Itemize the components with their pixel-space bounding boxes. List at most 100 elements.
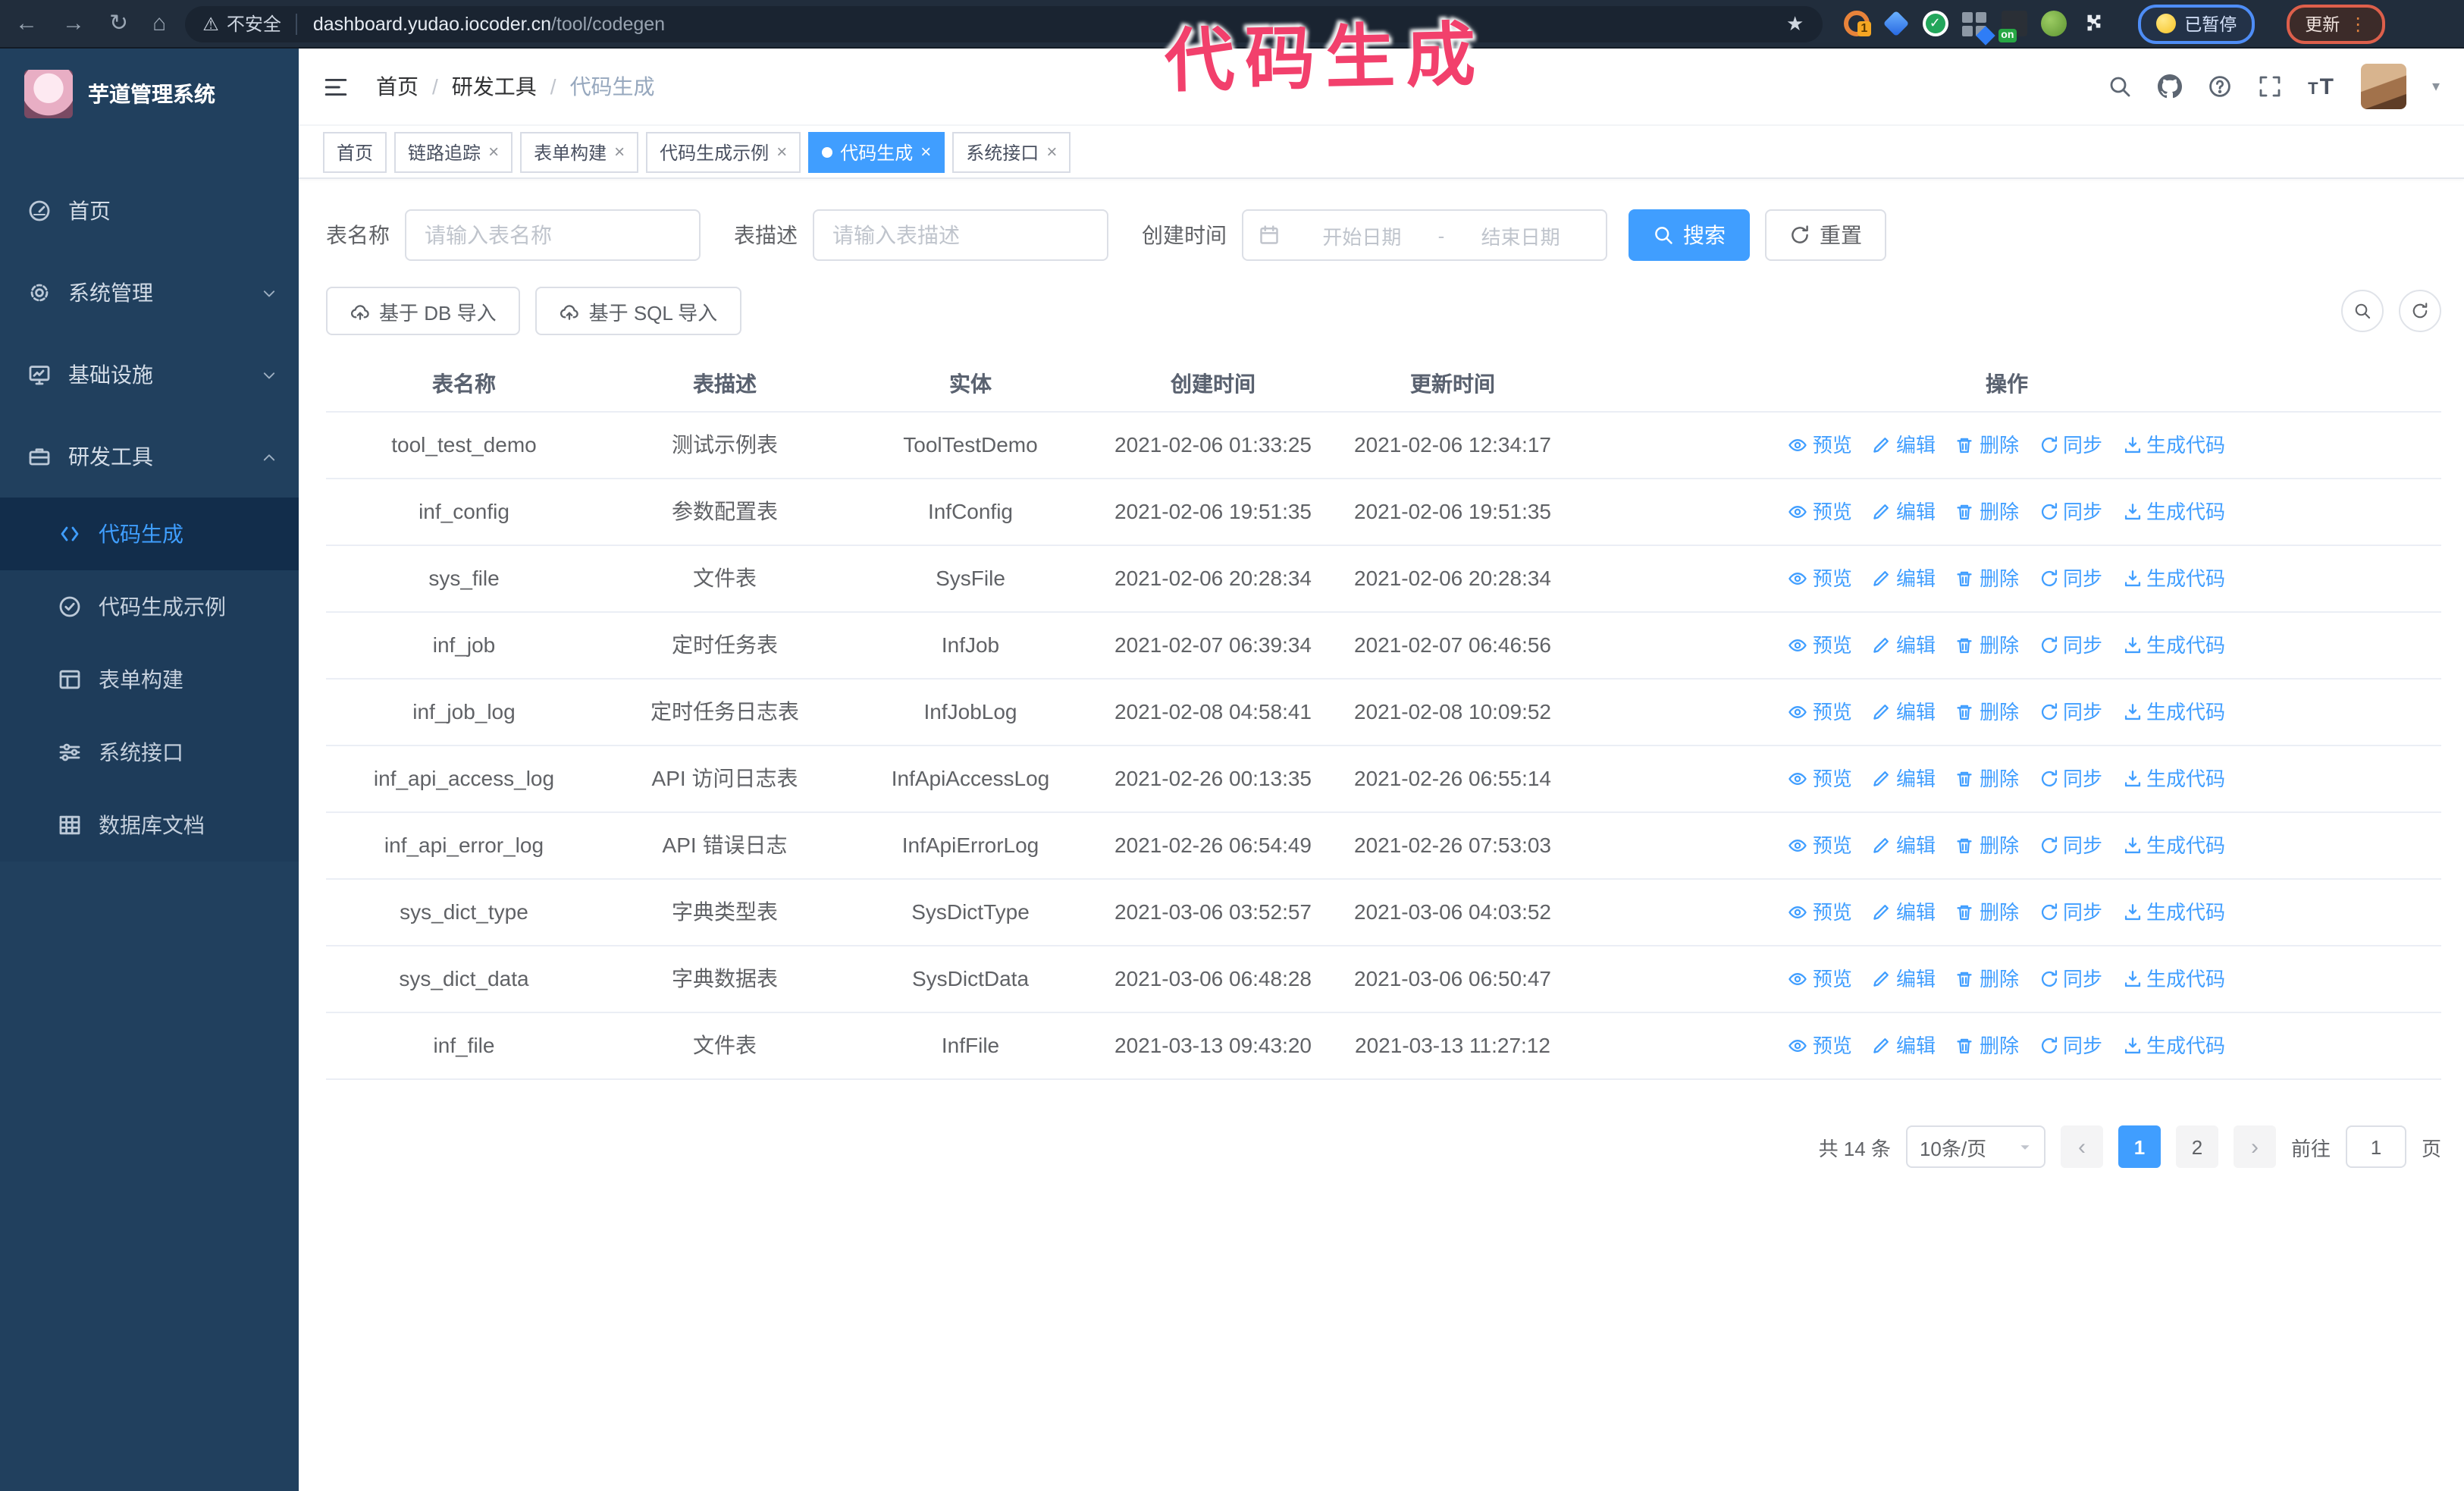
action-download-link[interactable]: 生成代码 [2122,828,2225,863]
reset-button[interactable]: 重置 [1765,209,1886,261]
action-delete-link[interactable]: 删除 [1955,1028,2019,1063]
import-sql-button[interactable]: 基于 SQL 导入 [535,287,742,335]
kebab-menu-icon[interactable]: ⋮ [2349,13,2367,34]
close-icon[interactable]: × [614,143,625,161]
close-icon[interactable]: × [776,143,787,161]
sidebar-item-2[interactable]: 基础设施 [0,334,299,416]
close-icon[interactable]: × [920,143,931,161]
address-bar[interactable]: ⚠ 不安全 dashboard.yudao.iocoder.cn/tool/co… [184,5,1823,42]
page-1-button[interactable]: 1 [2118,1125,2161,1168]
tab-2[interactable]: 表单构建 × [520,131,639,172]
action-sync-link[interactable]: 同步 [2039,895,2102,930]
action-eye-link[interactable]: 预览 [1788,761,1852,796]
action-sync-link[interactable]: 同步 [2039,1028,2102,1063]
action-delete-link[interactable]: 删除 [1955,561,2019,596]
action-edit-link[interactable]: 编辑 [1872,1028,1936,1063]
tab-5[interactable]: 系统接口 × [952,131,1071,172]
extension-monkey-icon[interactable] [2040,11,2067,36]
action-sync-link[interactable]: 同步 [2039,695,2102,730]
forward-icon[interactable]: → [62,12,85,35]
action-eye-link[interactable]: 预览 [1788,695,1852,730]
search-button[interactable]: 搜索 [1629,209,1750,261]
refresh-table-icon[interactable] [2399,290,2441,332]
extension-gem-icon[interactable] [1882,10,1909,37]
tab-0[interactable]: 首页 [323,131,387,172]
page-2-button[interactable]: 2 [2175,1125,2218,1168]
action-download-link[interactable]: 生成代码 [2122,1028,2225,1063]
action-sync-link[interactable]: 同步 [2039,828,2102,863]
action-delete-link[interactable]: 删除 [1955,895,2019,930]
table-name-input[interactable] [405,209,701,261]
action-download-link[interactable]: 生成代码 [2122,494,2225,529]
action-delete-link[interactable]: 删除 [1955,761,2019,796]
update-chip[interactable]: 更新 ⋮ [2287,4,2386,43]
prev-page-icon[interactable]: ‹ [2060,1125,2103,1168]
action-edit-link[interactable]: 编辑 [1872,494,1936,529]
caret-down-icon[interactable]: ▾ [2432,78,2440,95]
sidebar-subitem-1[interactable]: 代码生成示例 [0,570,299,643]
date-range-picker[interactable]: 开始日期 - 结束日期 [1242,209,1607,261]
extension-on-icon[interactable]: on [1998,11,2027,42]
sidebar-item-1[interactable]: 系统管理 [0,252,299,334]
show-search-toggle-icon[interactable] [2341,290,2384,332]
action-delete-link[interactable]: 删除 [1955,828,2019,863]
paused-chip[interactable]: 已暂停 [2137,4,2256,43]
hamburger-icon[interactable] [323,74,349,99]
fullscreen-icon[interactable] [2258,74,2282,99]
extensions-puzzle-icon[interactable] [2080,11,2105,36]
action-eye-link[interactable]: 预览 [1788,895,1852,930]
sidebar-item-3[interactable]: 研发工具 [0,416,299,498]
action-download-link[interactable]: 生成代码 [2122,895,2225,930]
tab-3[interactable]: 代码生成示例 × [646,131,801,172]
action-delete-link[interactable]: 删除 [1955,628,2019,663]
close-icon[interactable]: × [1046,143,1057,161]
extension-check-icon[interactable]: ✓ [1922,11,1948,36]
help-icon[interactable] [2208,74,2232,99]
action-eye-link[interactable]: 预览 [1788,561,1852,596]
action-delete-link[interactable]: 删除 [1955,962,2019,997]
sidebar-subitem-2[interactable]: 表单构建 [0,643,299,716]
logo-row[interactable]: 芋道管理系统 [0,49,299,140]
action-edit-link[interactable]: 编辑 [1872,828,1936,863]
next-page-icon[interactable]: › [2233,1125,2276,1168]
action-sync-link[interactable]: 同步 [2039,494,2102,529]
user-avatar[interactable] [2360,64,2406,109]
tab-4[interactable]: 代码生成 × [808,131,945,172]
sidebar-subitem-3[interactable]: 系统接口 [0,716,299,789]
import-db-button[interactable]: 基于 DB 导入 [326,287,521,335]
action-delete-link[interactable]: 删除 [1955,428,2019,463]
security-warning[interactable]: ⚠ 不安全 [202,11,281,36]
goto-page-input[interactable] [2345,1125,2406,1168]
github-icon[interactable] [2158,74,2183,99]
table-desc-input[interactable] [813,209,1108,261]
sidebar-subitem-0[interactable]: 代码生成 [0,498,299,570]
home-icon[interactable]: ⌂ [152,12,166,35]
action-eye-link[interactable]: 预览 [1788,828,1852,863]
action-sync-link[interactable]: 同步 [2039,561,2102,596]
action-download-link[interactable]: 生成代码 [2122,695,2225,730]
breadcrumb-item[interactable]: 首页 [376,71,419,102]
action-edit-link[interactable]: 编辑 [1872,561,1936,596]
sidebar-subitem-4[interactable]: 数据库文档 [0,789,299,862]
action-download-link[interactable]: 生成代码 [2122,962,2225,997]
back-icon[interactable]: ← [15,12,38,35]
action-edit-link[interactable]: 编辑 [1872,628,1936,663]
reload-icon[interactable]: ↻ [109,12,128,35]
action-edit-link[interactable]: 编辑 [1872,761,1936,796]
start-date-placeholder[interactable]: 开始日期 [1292,221,1432,250]
font-size-icon[interactable]: TT [2308,74,2335,99]
extension-grid-icon[interactable] [1961,10,1995,45]
action-eye-link[interactable]: 预览 [1788,428,1852,463]
action-delete-link[interactable]: 删除 [1955,695,2019,730]
sidebar-item-0[interactable]: 首页 [0,170,299,252]
search-icon[interactable] [2108,74,2132,99]
action-edit-link[interactable]: 编辑 [1872,428,1936,463]
breadcrumb-item[interactable]: 研发工具 [452,71,537,102]
action-delete-link[interactable]: 删除 [1955,494,2019,529]
action-download-link[interactable]: 生成代码 [2122,428,2225,463]
extension-orange-icon[interactable]: 1 [1843,11,1871,36]
end-date-placeholder[interactable]: 结束日期 [1450,221,1591,250]
action-eye-link[interactable]: 预览 [1788,628,1852,663]
action-sync-link[interactable]: 同步 [2039,628,2102,663]
bookmark-star-icon[interactable]: ★ [1786,11,1804,36]
